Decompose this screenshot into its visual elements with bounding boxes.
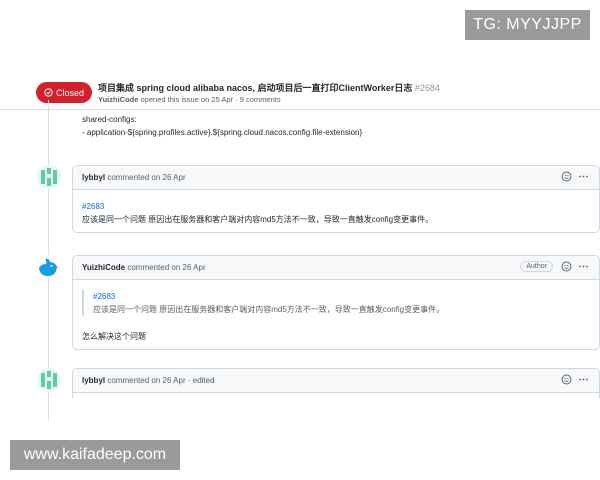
config-line-1: shared-configs: — [82, 115, 137, 124]
issue-title-text: 项目集成 spring cloud alibaba nacos, 启动项目后一直… — [98, 83, 413, 93]
comment-text: 怎么解决这个问题 — [82, 332, 146, 341]
kebab-icon[interactable] — [578, 261, 589, 272]
issue-meta-text: opened this issue on 25 Apr · 9 comments — [140, 95, 281, 104]
avatar-lybbyl[interactable] — [37, 368, 61, 392]
comment-header: lybbyl commented on 26 Apr · edited — [73, 369, 599, 393]
avatar-yuizhicode[interactable] — [36, 255, 60, 279]
issue-state-label: Closed — [55, 87, 84, 98]
issue-ref-link[interactable]: #2683 — [82, 200, 590, 213]
identicon-icon — [37, 368, 61, 392]
blockquote: #2683 应该是同一个问题 原因出在服务器和客户端对内容md5方法不一致，导致… — [82, 290, 590, 316]
comment-time[interactable]: commented on 26 Apr — [107, 173, 185, 182]
issue-ref-link[interactable]: #2683 — [93, 290, 590, 303]
kebab-icon[interactable] — [578, 171, 589, 182]
issue-meta: YuizhiCode opened this issue on 25 Apr ·… — [98, 95, 281, 104]
comment-author-link[interactable]: lybbyl — [82, 173, 105, 182]
comment-author-link[interactable]: YuizhiCode — [82, 263, 125, 272]
comment-header: YuizhiCode commented on 26 Apr Author — [73, 256, 599, 280]
kebab-icon[interactable] — [578, 374, 589, 385]
issue-number: #2684 — [414, 83, 440, 93]
comment-1: lybbyl commented on 26 Apr #2683 应该是同一个问… — [72, 165, 600, 233]
smiley-icon[interactable] — [561, 261, 572, 272]
comment-author-line: YuizhiCode commented on 26 Apr — [82, 263, 206, 272]
comment-author-line: lybbyl commented on 26 Apr · edited — [82, 376, 215, 385]
comment-body: #2683 应该是同一个问题 原因出在服务器和客户端对内容md5方法不一致，导致… — [73, 280, 599, 353]
closed-issue-icon — [44, 88, 53, 97]
comment-time[interactable]: commented on 26 Apr — [127, 263, 205, 272]
comment-2: YuizhiCode commented on 26 Apr Author #2… — [72, 255, 600, 350]
avatar-lybbyl[interactable] — [37, 165, 61, 189]
config-line-2: - application-${spring.profiles.active}.… — [82, 128, 363, 137]
bird-avatar-icon — [36, 255, 60, 279]
comment-actions: Author — [520, 261, 589, 272]
comment-actions — [561, 171, 589, 182]
smiley-icon[interactable] — [561, 374, 572, 385]
comment-3: lybbyl commented on 26 Apr · edited — [72, 368, 600, 398]
smiley-icon[interactable] — [561, 171, 572, 182]
comment-body: #2683 应该是同一个问题 原因出在服务器和客户端对内容md5方法不一致，导致… — [73, 190, 599, 236]
comment-actions — [561, 374, 589, 385]
comment-header: lybbyl commented on 26 Apr — [73, 166, 599, 190]
identicon-icon — [37, 165, 61, 189]
comment-time[interactable]: commented on 26 Apr · edited — [107, 376, 214, 385]
comment-author-link[interactable]: lybbyl — [82, 376, 105, 385]
quote-text: 应该是同一个问题 原因出在服务器和客户端对内容md5方法不一致，导致一直触发co… — [93, 305, 445, 314]
comment-text: 应该是同一个问题 原因出在服务器和客户端对内容md5方法不一致，导致一直触发co… — [82, 215, 434, 224]
previous-comment-body: shared-configs: - application-${spring.p… — [82, 113, 362, 139]
watermark-top: TG: MYYJJPP — [465, 10, 590, 40]
comment-author-line: lybbyl commented on 26 Apr — [82, 173, 186, 182]
author-badge: Author — [520, 261, 553, 272]
issue-title: 项目集成 spring cloud alibaba nacos, 启动项目后一直… — [98, 81, 440, 94]
issue-state-badge: Closed — [36, 82, 92, 103]
watermark-bottom: www.kaifadeep.com — [10, 440, 180, 470]
issue-sticky-header: Closed 项目集成 spring cloud alibaba nacos, … — [0, 72, 600, 110]
issue-author-link[interactable]: YuizhiCode — [98, 95, 138, 104]
